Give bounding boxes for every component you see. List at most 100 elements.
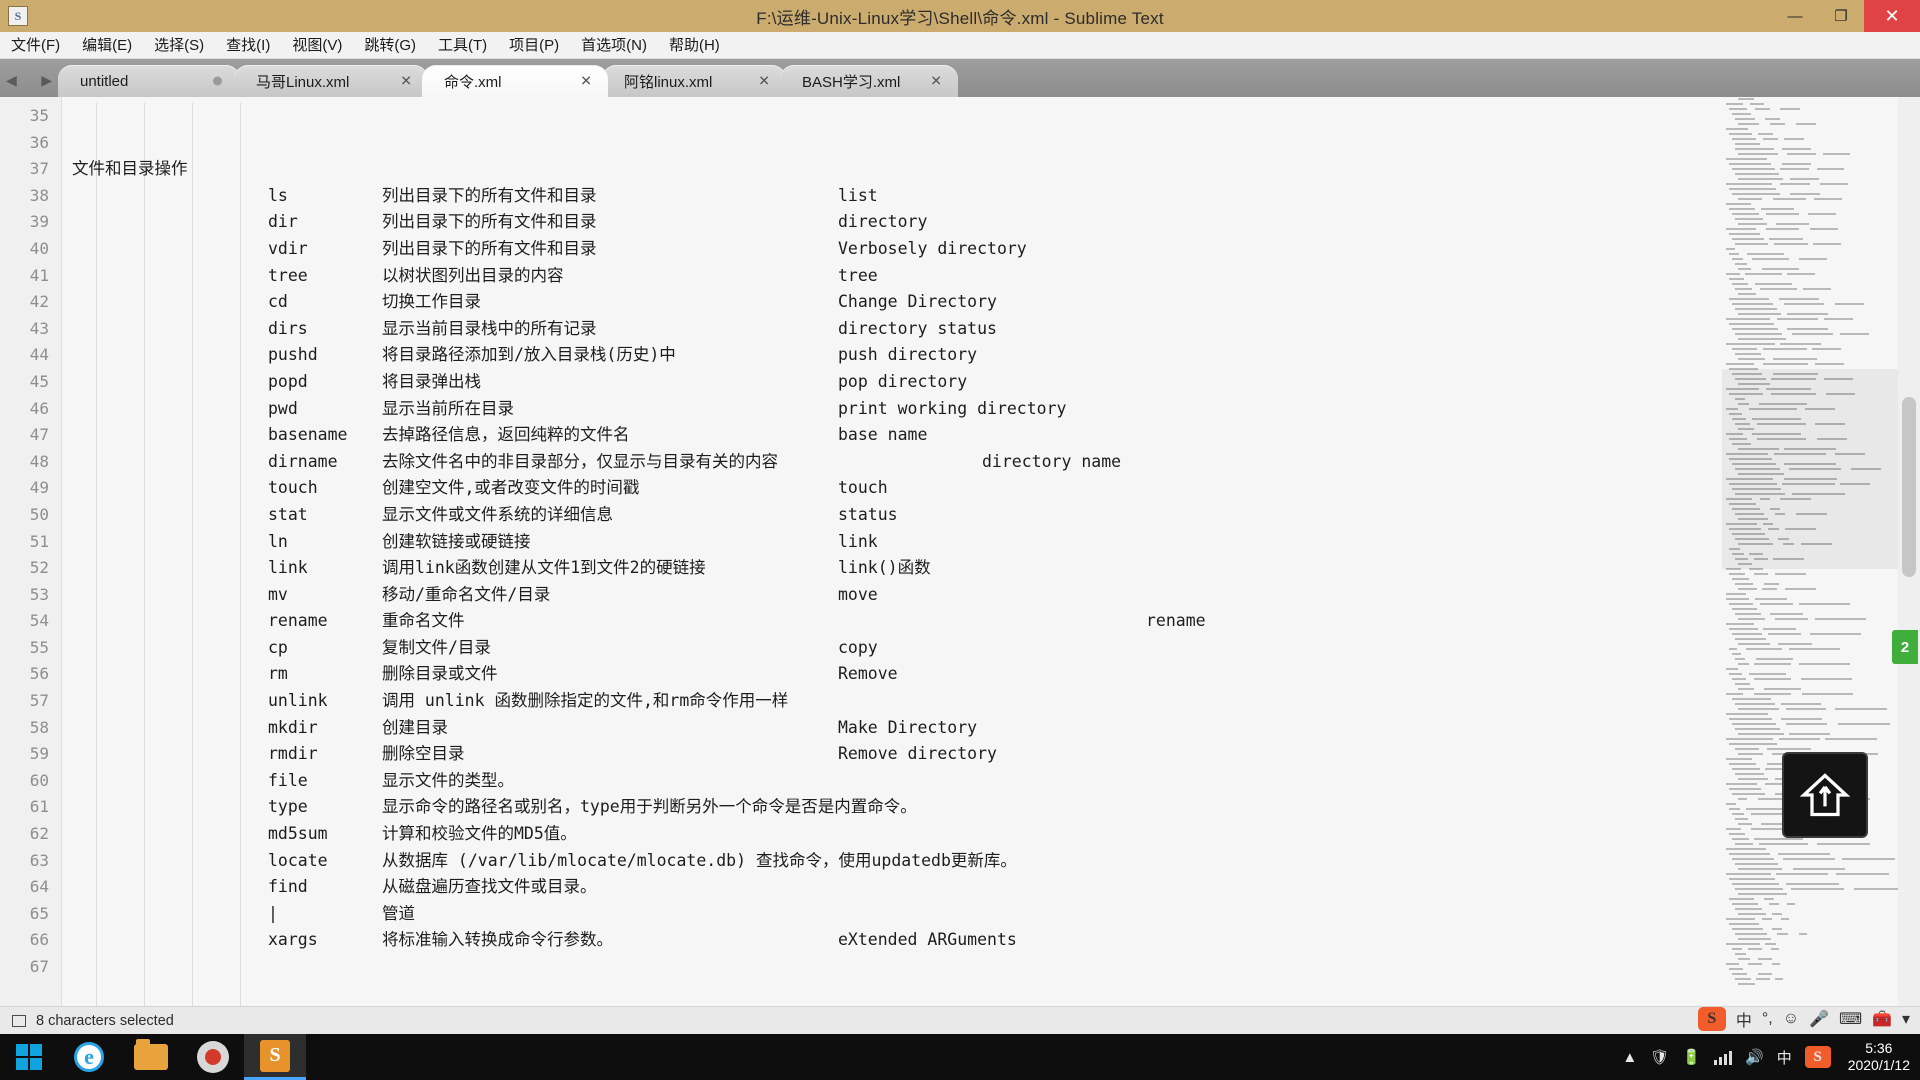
code-line[interactable]: dirname 去除文件名中的非目录部分，仅显示与目录有关的内容 directory…	[62, 449, 1712, 476]
code-line[interactable]: basename 去掉路径信息，返回纯粹的文件名 base name	[62, 422, 1712, 449]
vertical-scrollbar[interactable]	[1898, 97, 1920, 1014]
minimize-button[interactable]: —	[1772, 0, 1818, 32]
code-line[interactable]: file 显示文件的类型。	[62, 768, 1712, 795]
code-line[interactable]	[62, 954, 1712, 981]
command-name: pwd	[268, 398, 298, 418]
code-line[interactable]: stat 显示文件或文件系统的详细信息 status	[62, 502, 1712, 529]
code-line[interactable]: rm 删除目录或文件 Remove	[62, 661, 1712, 688]
tray-signal-icon[interactable]	[1714, 1049, 1732, 1065]
taskbar-item-sublime-text[interactable]: S	[244, 1034, 306, 1080]
command-name: locate	[268, 850, 328, 870]
close-button[interactable]: ✕	[1864, 0, 1920, 32]
code-line[interactable]: dir 列出目录下的所有文件和目录 directory	[62, 209, 1712, 236]
taskbar-item-file-explorer[interactable]	[120, 1034, 182, 1080]
menu-item-9[interactable]: 首选项(N)	[570, 32, 658, 59]
line-number: 36	[29, 132, 49, 152]
tray-volume-icon[interactable]: 🔊	[1745, 1048, 1764, 1066]
start-button[interactable]	[0, 1034, 58, 1080]
code-line[interactable]: type 显示命令的路径名或别名，type用于判断另外一个命令是否是内置命令。	[62, 794, 1712, 821]
code-line[interactable]: link 调用link函数创建从文件1到文件2的硬链接 link()函数	[62, 555, 1712, 582]
code-line[interactable]: 文件和目录操作	[62, 156, 1712, 183]
ime-keyboard-icon[interactable]: ⌨	[1839, 1009, 1862, 1029]
home-shortcut-widget[interactable]	[1782, 752, 1868, 838]
tab-5[interactable]: BASH学习.xml ✕	[780, 65, 958, 97]
ime-chinese-mode[interactable]: 中	[1736, 1007, 1752, 1031]
minimap[interactable]	[1722, 97, 1898, 1014]
menu-item-8[interactable]: 项目(P)	[498, 32, 570, 59]
code-line[interactable]: md5sum 计算和校验文件的MD5值。	[62, 821, 1712, 848]
tab-2[interactable]: 马哥Linux.xml ✕	[234, 65, 428, 97]
code-line[interactable]: ln 创建软链接或硬链接 link	[62, 529, 1712, 556]
menu-item-10[interactable]: 帮助(H)	[658, 32, 731, 59]
ime-punctuation-icon[interactable]: °,	[1762, 1010, 1773, 1028]
taskbar-item-internet-explorer[interactable]: e	[58, 1034, 120, 1080]
taskbar-clock[interactable]: 5:36 2020/1/12	[1848, 1040, 1910, 1075]
code-line[interactable]: tree 以树状图列出目录的内容 tree	[62, 263, 1712, 290]
code-line[interactable]	[62, 103, 1712, 130]
minimap-viewport[interactable]	[1722, 369, 1898, 569]
menu-item-4[interactable]: 查找(I)	[215, 32, 281, 59]
code-line[interactable]: mv 移动/重命名文件/目录 move	[62, 582, 1712, 609]
code-line[interactable]: mkdir 创建目录 Make Directory	[62, 715, 1712, 742]
ime-mic-icon[interactable]: 🎤	[1809, 1009, 1829, 1029]
command-english: rename	[1146, 611, 1206, 631]
menu-item-7[interactable]: 工具(T)	[427, 32, 498, 59]
menu-item-3[interactable]: 选择(S)	[143, 32, 215, 59]
code-line[interactable]: cd 切换工作目录 Change Directory	[62, 289, 1712, 316]
tray-shield-icon[interactable]: 🛡	[1650, 1048, 1669, 1066]
tab-prev-arrow-icon[interactable]: ◀	[6, 73, 17, 87]
code-line[interactable]: vdir 列出目录下的所有文件和目录 Verbosely directory	[62, 236, 1712, 263]
command-english: print working directory	[838, 398, 1067, 418]
code-line[interactable]: ls 列出目录下的所有文件和目录 list	[62, 183, 1712, 210]
tab-close-icon[interactable]: ✕	[758, 73, 770, 90]
tab-scroll-controls[interactable]: ◀ ▶	[6, 69, 52, 91]
tray-battery-icon[interactable]: 🔋	[1682, 1048, 1701, 1066]
menu-item-2[interactable]: 编辑(E)	[71, 32, 143, 59]
ime-toolbox-icon[interactable]: 🧰	[1872, 1009, 1892, 1029]
taskbar-item-screen-recorder[interactable]	[182, 1034, 244, 1080]
scrollbar-thumb[interactable]	[1902, 397, 1916, 577]
ime-emoji-icon[interactable]: ☺	[1783, 1010, 1799, 1028]
code-line[interactable]: popd 将目录弹出栈 pop directory	[62, 369, 1712, 396]
floating-green-badge[interactable]: 2	[1892, 630, 1918, 664]
maximize-button[interactable]: ❐	[1818, 0, 1864, 32]
code-line[interactable]: rename 重命名文件 rename	[62, 608, 1712, 635]
ime-more-icon[interactable]: ▾	[1902, 1009, 1910, 1029]
tab-label: BASH学习.xml	[802, 73, 901, 91]
tab-close-icon[interactable]: ✕	[400, 73, 412, 90]
tab-close-icon[interactable]: ✕	[580, 73, 592, 90]
tab-1[interactable]: untitled	[58, 65, 240, 97]
tab-next-arrow-icon[interactable]: ▶	[41, 73, 52, 87]
tray-sogou-icon[interactable]: S	[1804, 1046, 1831, 1068]
tab-4[interactable]: 阿铭linux.xml ✕	[602, 65, 786, 97]
menu-item-1[interactable]: 文件(F)	[0, 32, 71, 59]
tab-3[interactable]: 命令.xml ✕	[422, 65, 608, 97]
code-line[interactable]: dirs 显示当前目录栈中的所有记录 directory status	[62, 316, 1712, 343]
command-description: 将目录路径添加到/放入目录栈(历史)中	[382, 345, 676, 365]
panel-icon[interactable]	[12, 1014, 26, 1027]
code-line[interactable]: cp 复制文件/目录 copy	[62, 635, 1712, 662]
code-line[interactable]: xargs 将标准输入转换成命令行参数。 eXtended ARGuments	[62, 927, 1712, 954]
code-line[interactable]	[62, 130, 1712, 157]
code-line[interactable]: locate 从数据库 (/var/lib/mlocate/mlocate.db)…	[62, 848, 1712, 875]
code-line[interactable]: find 从磁盘遍历查找文件或目录。	[62, 874, 1712, 901]
tray-expand-icon[interactable]: ▲	[1622, 1049, 1637, 1066]
ime-toolbar[interactable]: S 中 °, ☺ 🎤 ⌨ 🧰 ▾	[1697, 1004, 1920, 1034]
code-line[interactable]: touch 创建空文件,或者改变文件的时间戳 touch	[62, 475, 1712, 502]
code-content[interactable]: 文件和目录操作 ls 列出目录下的所有文件和目录 list dir 列出目录下的所有文件和…	[62, 97, 1712, 1014]
editor-area[interactable]: 35 36 37 38 39 40 41 42 43 44 45 46 47 48 49 50 51 52 53 54…	[0, 97, 1920, 1014]
code-line[interactable]: pwd 显示当前所在目录 print working directory	[62, 396, 1712, 423]
tray-ime-indicator[interactable]: 中	[1777, 1047, 1792, 1068]
sogou-logo-icon[interactable]: S	[1697, 1007, 1726, 1031]
line-number: 54	[29, 611, 49, 631]
command-english: base name	[838, 425, 928, 445]
code-line[interactable]: rmdir 删除空目录 Remove directory	[62, 741, 1712, 768]
code-line[interactable]: pushd 将目录路径添加到/放入目录栈(历史)中 push directory	[62, 342, 1712, 369]
line-number-gutter: 35 36 37 38 39 40 41 42 43 44 45 46 47 48 49 50 51 52 53 54…	[0, 97, 62, 1014]
menu-item-5[interactable]: 视图(V)	[281, 32, 353, 59]
command-english: eXtended ARGuments	[838, 930, 1017, 950]
menu-item-6[interactable]: 跳转(G)	[353, 32, 427, 59]
tab-close-icon[interactable]: ✕	[930, 73, 942, 90]
code-line[interactable]: | 管道	[62, 901, 1712, 928]
code-line[interactable]: unlink 调用 unlink 函数删除指定的文件,和rm命令作用一样	[62, 688, 1712, 715]
